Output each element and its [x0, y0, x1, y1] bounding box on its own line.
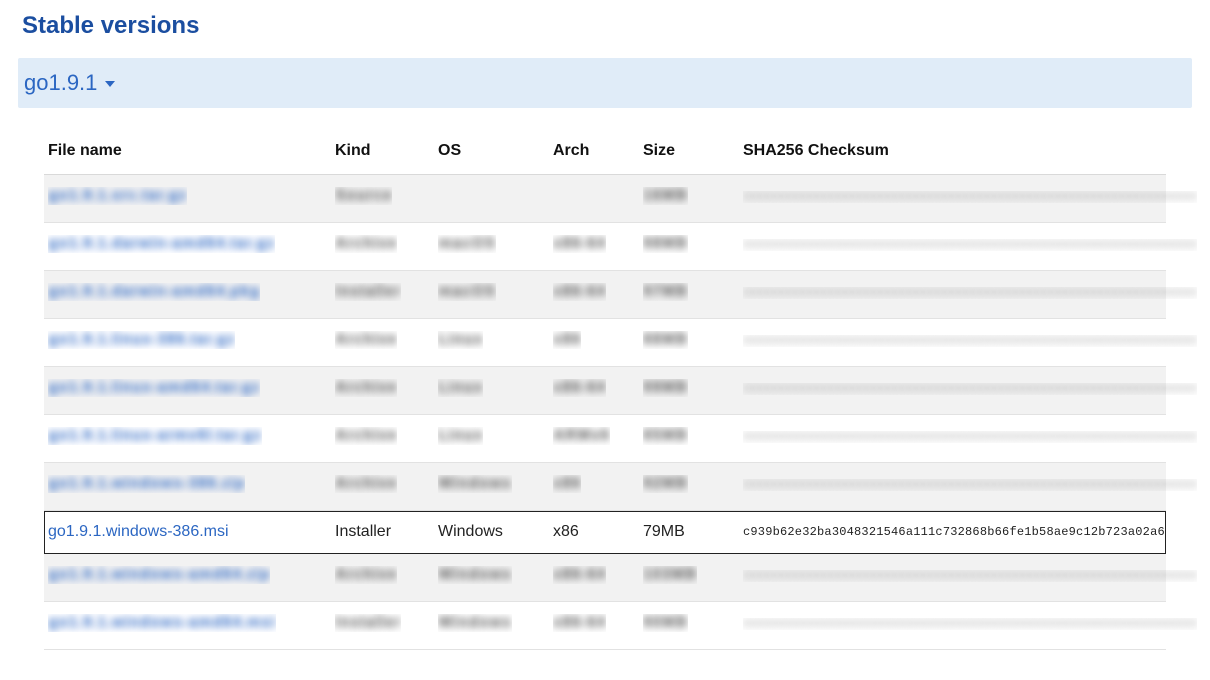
arch-value: ARMv6 — [553, 427, 610, 445]
arch-value: x86 — [553, 475, 581, 493]
file-link[interactable]: go1.9.1.windows-amd64.msi — [48, 614, 276, 632]
version-dropdown[interactable]: go1.9.1 — [18, 58, 1192, 108]
os-value: Linux — [438, 427, 483, 445]
table-row: go1.9.1.darwin-amd64.tar.gz Archive macOS x… — [44, 223, 1166, 271]
table-row: go1.9.1.windows-386.msi InstallerWindowsx… — [44, 511, 1166, 554]
file-link[interactable]: go1.9.1.linux-armv6l.tar.gz — [48, 427, 262, 445]
sha-value: c939b62e32ba3048321546a111c732868b66fe1b… — [739, 511, 1166, 554]
sha-value: xxxxxxxxxxxxxxxxxxxxxxxxxxxxxxxxxxxxxxxx… — [743, 618, 1197, 630]
kind-value: Installer — [331, 511, 434, 554]
col-arch: Arch — [549, 132, 639, 175]
arch-value: x86-64 — [553, 566, 606, 584]
kind-value: Archive — [335, 379, 397, 397]
file-link[interactable]: go1.9.1.darwin-amd64.tar.gz — [48, 235, 275, 253]
size-value: 103MB — [643, 566, 697, 584]
arch-value: x86-64 — [553, 379, 606, 397]
col-kind: Kind — [331, 132, 434, 175]
table-row: go1.9.1.windows-386.zip Archive Windows x86… — [44, 463, 1166, 511]
size-value: 85MB — [643, 427, 688, 445]
kind-value: Archive — [335, 427, 397, 445]
section-title: Stable versions — [22, 12, 1192, 40]
table-row: go1.9.1.darwin-amd64.pkg Installer macOS x8… — [44, 271, 1166, 319]
chevron-down-icon — [105, 81, 115, 87]
col-size: Size — [639, 132, 739, 175]
sha-value: xxxxxxxxxxxxxxxxxxxxxxxxxxxxxxxxxxxxxxxx… — [743, 479, 1197, 491]
table-row: go1.9.1.linux-386.tar.gz Archive Linux x86 8… — [44, 319, 1166, 367]
sha-value: xxxxxxxxxxxxxxxxxxxxxxxxxxxxxxxxxxxxxxxx… — [743, 287, 1197, 299]
table-row: go1.9.1.windows-amd64.zip Archive Windows x… — [44, 554, 1166, 602]
os-value: macOS — [438, 283, 496, 301]
table-row: go1.9.1.linux-armv6l.tar.gz Archive Linux A… — [44, 415, 1166, 463]
table-row: go1.9.1.linux-amd64.tar.gz Archive Linux x8… — [44, 367, 1166, 415]
size-value: 99MB — [643, 379, 688, 397]
size-value: 79MB — [639, 511, 739, 554]
table-row: go1.9.1.src.tar.gzSource16MBxxxxxxxxxxxx… — [44, 175, 1166, 223]
os-value: Windows — [434, 511, 549, 554]
sha-value: xxxxxxxxxxxxxxxxxxxxxxxxxxxxxxxxxxxxxxxx… — [743, 335, 1197, 347]
arch-value: x86-64 — [553, 614, 606, 632]
kind-value: Archive — [335, 235, 397, 253]
os-value: Linux — [438, 331, 483, 349]
os-value: Windows — [438, 614, 512, 632]
os-value: Windows — [438, 475, 512, 493]
os-value: macOS — [438, 235, 496, 253]
arch-value: x86-64 — [553, 283, 606, 301]
file-link[interactable]: go1.9.1.darwin-amd64.pkg — [48, 283, 260, 301]
kind-value: Archive — [335, 566, 397, 584]
arch-value: x86 — [549, 511, 639, 554]
file-link[interactable]: go1.9.1.linux-amd64.tar.gz — [48, 379, 260, 397]
os-value: Linux — [438, 379, 483, 397]
kind-value: Archive — [335, 331, 397, 349]
kind-value: Installer — [335, 614, 401, 632]
file-link[interactable]: go1.9.1.linux-386.tar.gz — [48, 331, 235, 349]
file-link[interactable]: go1.9.1.windows-386.zip — [48, 475, 245, 493]
kind-value: Archive — [335, 475, 397, 493]
kind-value: Source — [335, 187, 392, 205]
downloads-table: File name Kind OS Arch Size SHA256 Check… — [44, 132, 1166, 650]
arch-value: x86 — [553, 331, 581, 349]
table-row: go1.9.1.windows-amd64.msi Installer Window… — [44, 602, 1166, 650]
table-header-row: File name Kind OS Arch Size SHA256 Check… — [44, 132, 1166, 175]
size-value: 90MB — [643, 614, 688, 632]
version-label: go1.9.1 — [24, 70, 97, 96]
kind-value: Installer — [335, 283, 401, 301]
sha-value: xxxxxxxxxxxxxxxxxxxxxxxxxxxxxxxxxxxxxxxx… — [743, 383, 1197, 395]
sha-value: xxxxxxxxxxxxxxxxxxxxxxxxxxxxxxxxxxxxxxxx… — [743, 239, 1197, 251]
size-value: 98MB — [643, 235, 688, 253]
size-value: 88MB — [643, 331, 688, 349]
arch-value: x86-64 — [553, 235, 606, 253]
file-link[interactable]: go1.9.1.src.tar.gz — [48, 187, 187, 205]
sha-value: xxxxxxxxxxxxxxxxxxxxxxxxxxxxxxxxxxxxxxxx… — [743, 431, 1197, 443]
col-sha: SHA256 Checksum — [739, 132, 1166, 175]
size-value: 92MB — [643, 475, 688, 493]
file-link[interactable]: go1.9.1.windows-386.msi — [48, 523, 229, 540]
sha-value: xxxxxxxxxxxxxxxxxxxxxxxxxxxxxxxxxxxxxxxx… — [743, 191, 1197, 203]
col-os: OS — [434, 132, 549, 175]
sha-value: xxxxxxxxxxxxxxxxxxxxxxxxxxxxxxxxxxxxxxxx… — [743, 570, 1197, 582]
size-value: 97MB — [643, 283, 688, 301]
col-file: File name — [44, 132, 331, 175]
file-link[interactable]: go1.9.1.windows-amd64.zip — [48, 566, 270, 584]
os-value: Windows — [438, 566, 512, 584]
size-value: 16MB — [643, 187, 688, 205]
